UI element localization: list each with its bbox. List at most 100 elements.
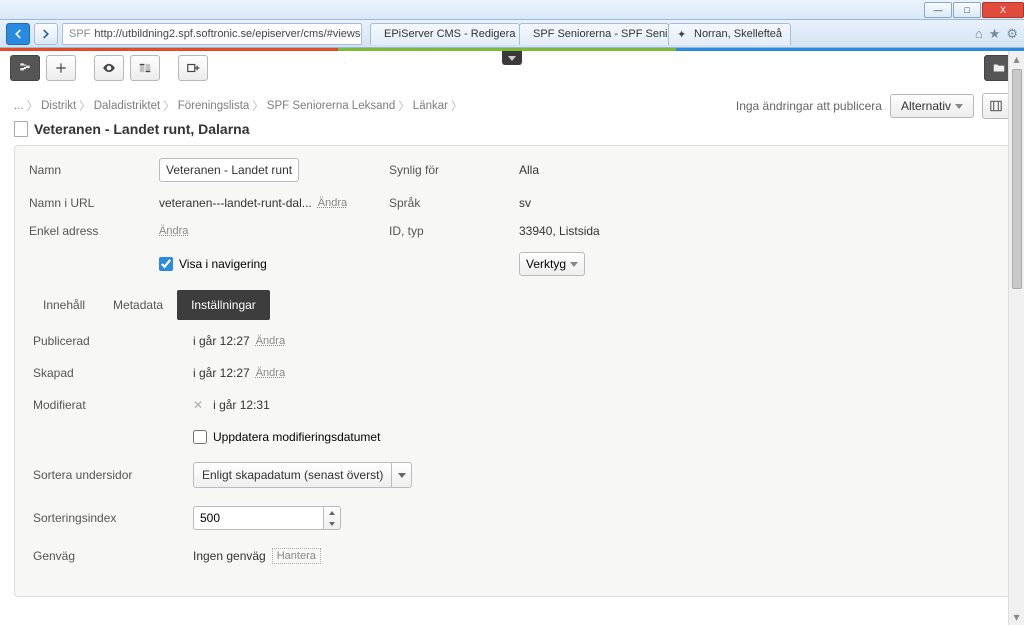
main-content: ...〉 Distrikt〉 Daladistriktet〉 Förenings… bbox=[0, 85, 1024, 611]
add-page-button[interactable] bbox=[46, 55, 76, 81]
scroll-up-icon[interactable]: ▴ bbox=[1009, 51, 1024, 67]
simpleaddr-label: Enkel adress bbox=[29, 224, 159, 238]
options-button-label: Alternativ bbox=[901, 99, 951, 113]
spinner-down-icon[interactable] bbox=[324, 518, 340, 529]
update-modified-checkbox[interactable] bbox=[193, 430, 207, 444]
created-label: Skapad bbox=[33, 366, 193, 380]
chevron-down-icon bbox=[955, 104, 963, 109]
block-plus-icon bbox=[186, 61, 200, 75]
tab-settings[interactable]: Inställningar bbox=[177, 290, 270, 320]
tree-icon bbox=[18, 61, 32, 75]
properties-panel: Namn Synlig för Alla Namn i URL veterane… bbox=[14, 145, 1010, 597]
browser-tab[interactable]: ✦ Norran, Skellefteå bbox=[668, 23, 791, 45]
breadcrumb-item[interactable]: SPF Seniorerna Leksand bbox=[267, 100, 396, 112]
browser-tab[interactable]: SPF Seniorerna - SPF Senioren... bbox=[519, 23, 669, 45]
add-block-button[interactable] bbox=[178, 55, 208, 81]
browser-address-bar[interactable]: SPF http://utbildning2.spf.softronic.se/… bbox=[62, 23, 362, 45]
tools-select[interactable]: Verktyg bbox=[519, 252, 585, 276]
browser-toolbar: SPF http://utbildning2.spf.softronic.se/… bbox=[0, 20, 1024, 48]
browser-tab-active[interactable]: EPiServer CMS - Redigera × bbox=[370, 23, 520, 45]
published-label: Publicerad bbox=[33, 334, 193, 348]
toggle-panes-button[interactable] bbox=[982, 93, 1010, 119]
page-title: Veteranen - Landet runt, Dalarna bbox=[34, 121, 250, 137]
top-drawer-handle[interactable] bbox=[502, 51, 522, 65]
shortcut-manage-link[interactable]: Hantera bbox=[272, 548, 321, 564]
show-in-nav-label: Visa i navigering bbox=[179, 257, 267, 271]
sortindex-input[interactable] bbox=[193, 506, 323, 530]
sortchildren-value: Enligt skapadatum (senast överst) bbox=[194, 468, 391, 482]
breadcrumb: ...〉 Distrikt〉 Daladistriktet〉 Förenings… bbox=[14, 98, 462, 114]
name-label: Namn bbox=[29, 163, 159, 177]
clear-modified-icon[interactable]: ✕ bbox=[193, 398, 203, 412]
created-change-link[interactable]: Ändra bbox=[256, 367, 285, 379]
browser-tabs: EPiServer CMS - Redigera × SPF Seniorern… bbox=[370, 23, 790, 45]
sortchildren-label: Sortera undersidor bbox=[33, 468, 193, 482]
folder-icon bbox=[992, 61, 1006, 75]
language-label: Språk bbox=[389, 196, 519, 210]
spinner-up-icon[interactable] bbox=[324, 507, 340, 518]
breadcrumb-item[interactable]: Länkar bbox=[413, 100, 448, 112]
settings-gear-icon[interactable]: ⚙ bbox=[1006, 26, 1018, 42]
shortcut-value: Ingen genväg bbox=[193, 549, 266, 563]
home-icon[interactable]: ⌂ bbox=[975, 26, 983, 41]
page-type-icon bbox=[14, 121, 28, 137]
url-text: http://utbildning2.spf.softronic.se/epis… bbox=[94, 28, 362, 40]
idtype-label: ID, typ bbox=[389, 224, 519, 238]
eye-icon bbox=[102, 61, 116, 75]
sortindex-label: Sorteringsindex bbox=[33, 511, 193, 525]
tools-select-label: Verktyg bbox=[526, 257, 566, 271]
browser-forward-button[interactable] bbox=[34, 23, 58, 45]
browser-back-button[interactable] bbox=[6, 23, 30, 45]
property-tabs: Innehåll Metadata Inställningar bbox=[29, 290, 995, 320]
breadcrumb-item[interactable]: Distrikt bbox=[41, 100, 76, 112]
breadcrumb-item[interactable]: Föreningslista bbox=[178, 100, 250, 112]
scroll-down-icon[interactable]: ▾ bbox=[1009, 609, 1024, 625]
publish-status: Inga ändringar att publicera bbox=[736, 99, 882, 113]
vertical-scrollbar[interactable]: ▴ ▾ bbox=[1008, 51, 1024, 625]
tab-content[interactable]: Innehåll bbox=[29, 290, 99, 320]
preview-button[interactable] bbox=[94, 55, 124, 81]
tab-title: Norran, Skellefteå bbox=[694, 28, 782, 40]
tab-metadata[interactable]: Metadata bbox=[99, 290, 177, 320]
panes-icon bbox=[989, 99, 1003, 113]
sortchildren-select[interactable]: Enligt skapadatum (senast överst) bbox=[193, 462, 412, 488]
tab-title: EPiServer CMS - Redigera bbox=[384, 28, 515, 40]
urlname-label: Namn i URL bbox=[29, 196, 159, 210]
simpleaddr-change-link[interactable]: Ändra bbox=[159, 225, 188, 237]
breadcrumb-item[interactable]: Daladistriktet bbox=[94, 100, 160, 112]
tab-favicon-icon: ✦ bbox=[677, 28, 689, 40]
window-maximize-button[interactable]: □ bbox=[953, 2, 981, 18]
tree-toggle-button[interactable] bbox=[10, 55, 40, 81]
arrow-left-icon bbox=[11, 27, 25, 41]
urlname-change-link[interactable]: Ändra bbox=[318, 197, 347, 209]
browser-right-controls: ⌂ ★ ⚙ bbox=[975, 26, 1018, 42]
shortcut-label: Genväg bbox=[33, 549, 193, 563]
visiblefor-label: Synlig för bbox=[389, 163, 519, 177]
created-value: i går 12:27 bbox=[193, 366, 250, 380]
modified-label: Modifierat bbox=[33, 398, 193, 412]
modified-value: i går 12:31 bbox=[213, 398, 270, 412]
chevron-down-icon bbox=[570, 262, 578, 267]
favorites-icon[interactable]: ★ bbox=[989, 26, 1001, 42]
show-in-nav-checkbox[interactable] bbox=[159, 257, 173, 271]
visiblefor-value: Alla bbox=[519, 163, 719, 177]
published-change-link[interactable]: Ändra bbox=[256, 335, 285, 347]
arrow-right-icon bbox=[39, 27, 53, 41]
chevron-down-icon bbox=[391, 463, 411, 487]
breadcrumb-item[interactable]: ... bbox=[14, 100, 24, 112]
tab-title: SPF Seniorerna - SPF Senioren... bbox=[533, 28, 669, 40]
update-modified-label: Uppdatera modifieringsdatumet bbox=[213, 430, 380, 444]
window-titlebar: — □ X bbox=[0, 0, 1024, 20]
compare-button[interactable] bbox=[130, 55, 160, 81]
options-button[interactable]: Alternativ bbox=[890, 94, 974, 118]
urlname-value: veteranen---landet-runt-dal... bbox=[159, 196, 312, 210]
language-value: sv bbox=[519, 196, 719, 210]
window-close-button[interactable]: X bbox=[982, 2, 1024, 18]
compare-icon bbox=[138, 61, 152, 75]
scrollbar-thumb[interactable] bbox=[1012, 69, 1022, 289]
page-favicon: SPF bbox=[69, 28, 90, 40]
window-minimize-button[interactable]: — bbox=[924, 2, 952, 18]
name-input[interactable] bbox=[159, 158, 299, 182]
sortindex-spinner[interactable] bbox=[193, 506, 593, 530]
idtype-value: 33940, Listsida bbox=[519, 224, 719, 238]
